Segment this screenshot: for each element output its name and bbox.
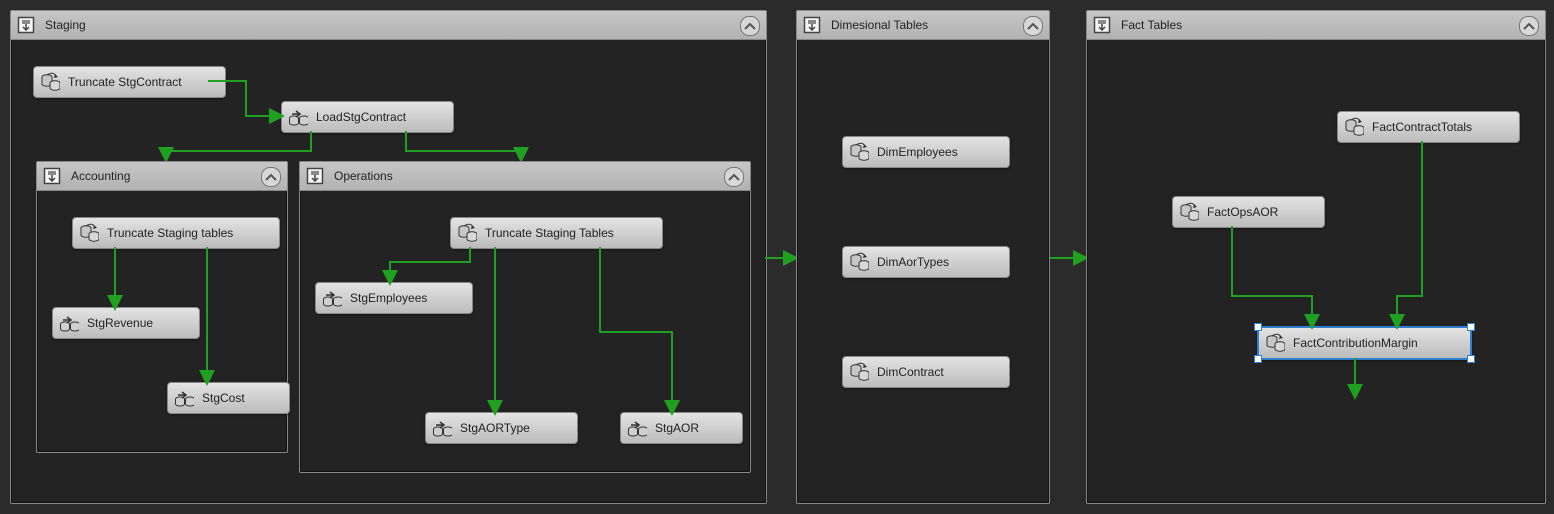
task-label: FactContributionMargin xyxy=(1293,336,1418,350)
sql-task-icon xyxy=(1179,202,1199,222)
collapse-button[interactable] xyxy=(724,167,744,187)
task-stgemployees[interactable]: StgEmployees xyxy=(315,282,473,314)
sequence-icon xyxy=(306,167,324,185)
sequence-icon xyxy=(17,16,35,34)
task-load-stgcontract[interactable]: LoadStgContract xyxy=(281,101,454,133)
sequence-header[interactable]: Fact Tables xyxy=(1087,11,1545,40)
sql-task-icon xyxy=(457,223,477,243)
sequence-header[interactable]: Accounting xyxy=(37,162,287,191)
dataflow-task-icon xyxy=(627,418,647,438)
task-dimemployees[interactable]: DimEmployees xyxy=(842,136,1010,168)
precedence-constraint xyxy=(1087,11,1545,503)
task-label: FactContractTotals xyxy=(1372,120,1472,134)
task-stgrevenue[interactable]: StgRevenue xyxy=(52,307,200,339)
sequence-title: Accounting xyxy=(71,169,130,183)
dataflow-task-icon xyxy=(288,107,308,127)
collapse-button[interactable] xyxy=(740,16,760,36)
sequence-header[interactable]: Dimesional Tables xyxy=(797,11,1049,40)
task-label: Truncate Staging tables xyxy=(107,226,233,240)
task-label: StgAORType xyxy=(460,421,530,435)
dataflow-task-icon xyxy=(432,418,452,438)
sequence-title: Staging xyxy=(45,18,86,32)
sql-task-icon xyxy=(40,72,60,92)
sequence-title: Fact Tables xyxy=(1121,18,1182,32)
task-factcontracttotals[interactable]: FactContractTotals xyxy=(1337,111,1520,143)
task-label: LoadStgContract xyxy=(316,110,406,124)
task-stgaortype[interactable]: StgAORType xyxy=(425,412,578,444)
sequence-fact-tables[interactable]: Fact Tables FactContractTotals FactOpsAO… xyxy=(1086,10,1546,504)
task-label: StgEmployees xyxy=(350,291,427,305)
sequence-staging[interactable]: Staging Truncate StgContract LoadStgCont… xyxy=(10,10,767,504)
task-ops-truncate-staging[interactable]: Truncate Staging Tables xyxy=(450,217,663,249)
sequence-operations[interactable]: Operations Truncate Staging Tables StgEm… xyxy=(299,161,751,473)
task-dimcontract[interactable]: DimContract xyxy=(842,356,1010,388)
collapse-button[interactable] xyxy=(1519,16,1539,36)
task-label: DimAorTypes xyxy=(877,255,949,269)
collapse-button[interactable] xyxy=(1023,16,1043,36)
task-truncate-stgcontract[interactable]: Truncate StgContract xyxy=(33,66,226,98)
sequence-dimensional-tables[interactable]: Dimesional Tables DimEmployees DimAorTyp… xyxy=(796,10,1050,504)
sequence-icon xyxy=(43,167,61,185)
task-label: StgRevenue xyxy=(87,316,153,330)
selection-handle[interactable] xyxy=(1254,355,1262,363)
sequence-title: Operations xyxy=(334,169,393,183)
collapse-button[interactable] xyxy=(261,167,281,187)
selection-handle[interactable] xyxy=(1254,323,1262,331)
sequence-icon xyxy=(803,16,821,34)
sequence-header[interactable]: Operations xyxy=(300,162,750,191)
task-label: StgAOR xyxy=(655,421,699,435)
dataflow-task-icon xyxy=(59,313,79,333)
task-dimaortypes[interactable]: DimAorTypes xyxy=(842,246,1010,278)
task-label: Truncate StgContract xyxy=(68,75,182,89)
sql-task-icon xyxy=(1344,117,1364,137)
sequence-header[interactable]: Staging xyxy=(11,11,766,40)
sql-task-icon xyxy=(79,223,99,243)
sql-task-icon xyxy=(849,252,869,272)
selection-handle[interactable] xyxy=(1467,355,1475,363)
dataflow-task-icon xyxy=(174,388,194,408)
task-acct-truncate-staging[interactable]: Truncate Staging tables xyxy=(72,217,280,249)
task-label: Truncate Staging Tables xyxy=(485,226,614,240)
task-factcontributionmargin[interactable]: FactContributionMargin xyxy=(1257,326,1472,360)
task-label: DimContract xyxy=(877,365,944,379)
sql-task-icon xyxy=(1265,333,1285,353)
task-stgcost[interactable]: StgCost xyxy=(167,382,290,414)
task-label: FactOpsAOR xyxy=(1207,205,1278,219)
task-factopsaor[interactable]: FactOpsAOR xyxy=(1172,196,1325,228)
sequence-accounting[interactable]: Accounting Truncate Staging tables StgRe… xyxy=(36,161,288,453)
ssis-control-flow-canvas[interactable]: Staging Truncate StgContract LoadStgCont… xyxy=(0,0,1554,514)
selection-handle[interactable] xyxy=(1467,323,1475,331)
sql-task-icon xyxy=(849,362,869,382)
dataflow-task-icon xyxy=(322,288,342,308)
sequence-icon xyxy=(1093,16,1111,34)
task-stgaor[interactable]: StgAOR xyxy=(620,412,743,444)
task-label: StgCost xyxy=(202,391,245,405)
sequence-title: Dimesional Tables xyxy=(831,18,928,32)
task-label: DimEmployees xyxy=(877,145,958,159)
sql-task-icon xyxy=(849,142,869,162)
